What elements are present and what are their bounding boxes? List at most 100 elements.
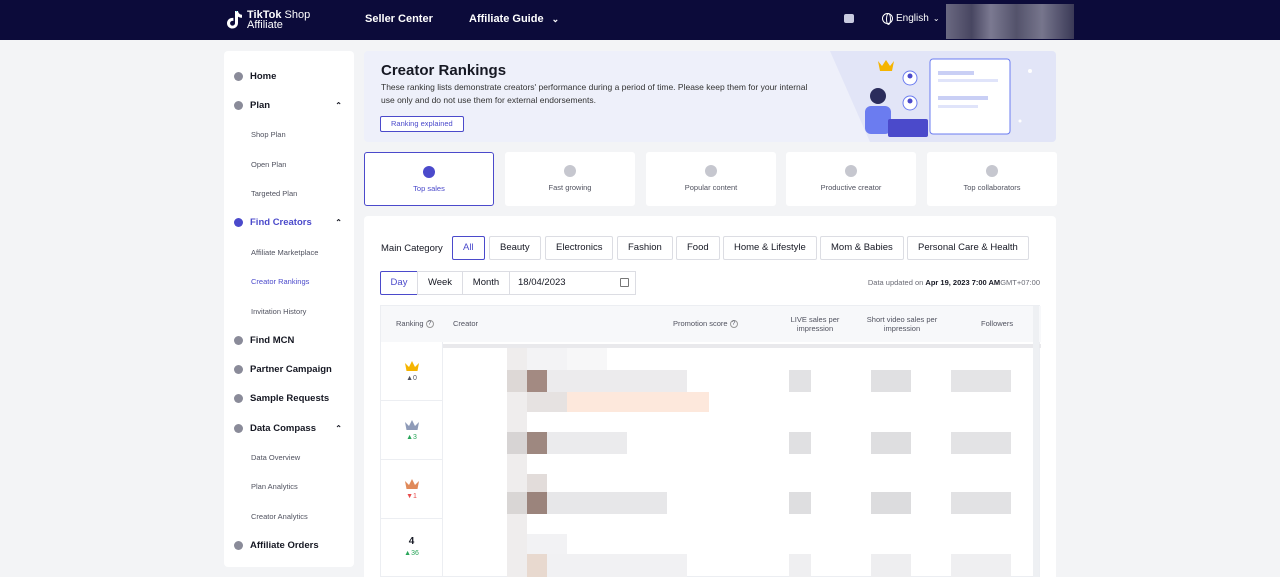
redacted-creator-data bbox=[443, 344, 1056, 577]
language-selector[interactable]: English ⌄ bbox=[882, 13, 940, 25]
ranking-header-label: Ranking bbox=[396, 319, 424, 328]
tab-fast-growing[interactable]: Fast growing bbox=[505, 152, 635, 206]
sidebar-item-label: Data Compass bbox=[250, 423, 316, 434]
flame-icon bbox=[705, 165, 717, 177]
category-chip-all[interactable]: All bbox=[452, 236, 485, 260]
creator-header: Creator bbox=[453, 319, 479, 328]
shield-icon bbox=[234, 365, 243, 374]
date-picker[interactable]: 18/04/2023 bbox=[509, 271, 636, 295]
calendar-icon bbox=[620, 278, 629, 287]
logo-shop-text: Shop bbox=[284, 9, 311, 21]
tab-top-collaborators[interactable]: Top collaborators bbox=[927, 152, 1057, 206]
rank-change-value: 3 bbox=[413, 434, 417, 441]
help-icon[interactable]: ? bbox=[425, 320, 434, 329]
category-chip-beauty[interactable]: Beauty bbox=[489, 236, 541, 260]
chevron-up-icon: ⌃ bbox=[335, 424, 342, 433]
creator-rankings-banner: Creator Rankings These ranking lists dem… bbox=[364, 51, 1056, 142]
handshake-icon bbox=[986, 165, 998, 177]
page-title: Creator Rankings bbox=[381, 62, 507, 79]
message-icon[interactable] bbox=[844, 14, 854, 23]
globe-icon bbox=[882, 13, 893, 25]
sidebar-item-partner-campaign[interactable]: Partner Campaign bbox=[234, 364, 346, 375]
sidebar-item-find-mcn[interactable]: Find MCN bbox=[234, 335, 346, 346]
sidebar-item-targeted-plan[interactable]: Targeted Plan bbox=[251, 189, 297, 198]
box-icon bbox=[234, 394, 243, 403]
sidebar-item-plan[interactable]: Plan ⌃ bbox=[234, 100, 346, 111]
sidebar-item-label: Sample Requests bbox=[250, 393, 330, 404]
live-sales-header: LIVE sales per impression bbox=[785, 315, 845, 333]
language-label: English bbox=[896, 13, 929, 24]
tab-popular-content[interactable]: Popular content bbox=[646, 152, 776, 206]
main-category-label: Main Category bbox=[381, 243, 443, 254]
tab-label: Top sales bbox=[413, 184, 445, 193]
chevron-up-icon: ⌃ bbox=[335, 218, 342, 227]
updated-prefix: Data updated on bbox=[867, 278, 924, 287]
sidebar-item-affiliate-marketplace[interactable]: Affiliate Marketplace bbox=[251, 248, 318, 257]
sidebar-item-plan-analytics[interactable]: Plan Analytics bbox=[251, 482, 298, 491]
period-month-button[interactable]: Month bbox=[462, 271, 510, 295]
sidebar: Home Plan ⌃ Shop Plan Open Plan Targeted… bbox=[224, 51, 354, 567]
rank-change: ▲0 bbox=[406, 375, 417, 382]
sidebar-item-invitation-history[interactable]: Invitation History bbox=[251, 307, 306, 316]
category-chip-electronics[interactable]: Electronics bbox=[545, 236, 614, 260]
sidebar-item-data-compass[interactable]: Data Compass ⌃ bbox=[234, 423, 346, 434]
period-day-button[interactable]: Day bbox=[380, 271, 418, 295]
rank-number: 4 bbox=[408, 536, 415, 547]
silver-crown-icon bbox=[404, 420, 419, 430]
tab-label: Fast growing bbox=[548, 183, 592, 192]
money-bag-icon bbox=[423, 166, 435, 178]
sidebar-item-find-creators[interactable]: Find Creators ⌃ bbox=[234, 217, 346, 228]
search-user-icon bbox=[234, 218, 243, 227]
tab-top-sales[interactable]: Top sales bbox=[364, 152, 494, 206]
help-icon[interactable]: ? bbox=[729, 320, 738, 329]
ranking-explained-button[interactable]: Ranking explained bbox=[380, 116, 464, 132]
date-value: 18/04/2023 bbox=[518, 277, 566, 288]
table-row-rank: ▼1 bbox=[381, 460, 443, 519]
top-bar: TikTok Shop Affiliate Seller Center Affi… bbox=[0, 0, 1280, 40]
rank-change: ▲36 bbox=[404, 550, 419, 557]
sidebar-item-label: Home bbox=[250, 71, 277, 82]
tiktok-shop-affiliate-logo[interactable]: TikTok Shop Affiliate bbox=[226, 9, 310, 31]
sidebar-item-label: Find MCN bbox=[250, 335, 295, 346]
sidebar-item-home[interactable]: Home bbox=[234, 71, 346, 82]
sidebar-item-label: Affiliate Orders bbox=[250, 540, 319, 551]
category-chip-personal-care-health[interactable]: Personal Care & Health bbox=[907, 236, 1029, 260]
ranking-header: Ranking? bbox=[396, 319, 434, 329]
redacted-pixel-blocks bbox=[443, 344, 1056, 577]
home-icon bbox=[234, 72, 243, 81]
period-week-button[interactable]: Week bbox=[417, 271, 463, 295]
sidebar-item-shop-plan[interactable]: Shop Plan bbox=[251, 130, 286, 139]
compass-icon bbox=[234, 424, 243, 433]
bronze-crown-icon bbox=[404, 479, 419, 489]
table-row-rank: ▲0 bbox=[381, 342, 443, 401]
live-sales-label-1: LIVE sales per bbox=[790, 315, 840, 324]
video-sales-header: Short video sales per impression bbox=[857, 315, 947, 333]
rank-change-value: 36 bbox=[411, 550, 419, 557]
table-scrollbar[interactable] bbox=[1033, 306, 1039, 577]
promotion-score-label: Promotion score bbox=[673, 319, 728, 328]
rank-change-value: 1 bbox=[413, 493, 417, 500]
building-icon bbox=[234, 336, 243, 345]
chevron-down-icon: ⌄ bbox=[932, 14, 940, 23]
sidebar-item-creator-rankings[interactable]: Creator Rankings bbox=[251, 277, 309, 286]
sidebar-item-affiliate-orders[interactable]: Affiliate Orders bbox=[234, 540, 346, 551]
gold-crown-icon bbox=[404, 361, 419, 371]
sidebar-item-open-plan[interactable]: Open Plan bbox=[251, 160, 286, 169]
category-chip-fashion[interactable]: Fashion bbox=[617, 236, 673, 260]
page-description: These ranking lists demonstrate creators… bbox=[381, 82, 808, 105]
sidebar-item-creator-analytics[interactable]: Creator Analytics bbox=[251, 512, 308, 521]
promotion-score-header: Promotion score? bbox=[673, 319, 738, 329]
video-sales-label-1: Short video sales per bbox=[866, 315, 938, 324]
rankings-table: Ranking? Creator Promotion score? LIVE s… bbox=[380, 305, 1056, 577]
sidebar-item-label: Find Creators bbox=[250, 217, 312, 228]
account-avatar[interactable] bbox=[946, 4, 1074, 39]
category-chip-food[interactable]: Food bbox=[676, 236, 720, 260]
video-sales-label-2: impression bbox=[883, 324, 921, 333]
category-chip-mom-babies[interactable]: Mom & Babies bbox=[820, 236, 904, 260]
affiliate-guide-menu[interactable]: Affiliate Guide ⌄ bbox=[469, 13, 559, 25]
sidebar-item-sample-requests[interactable]: Sample Requests bbox=[234, 393, 346, 404]
sidebar-item-data-overview[interactable]: Data Overview bbox=[251, 453, 300, 462]
category-chip-home-lifestyle[interactable]: Home & Lifestyle bbox=[723, 236, 817, 260]
tab-productive-creator[interactable]: Productive creator bbox=[786, 152, 916, 206]
seller-center-link[interactable]: Seller Center bbox=[365, 13, 433, 25]
